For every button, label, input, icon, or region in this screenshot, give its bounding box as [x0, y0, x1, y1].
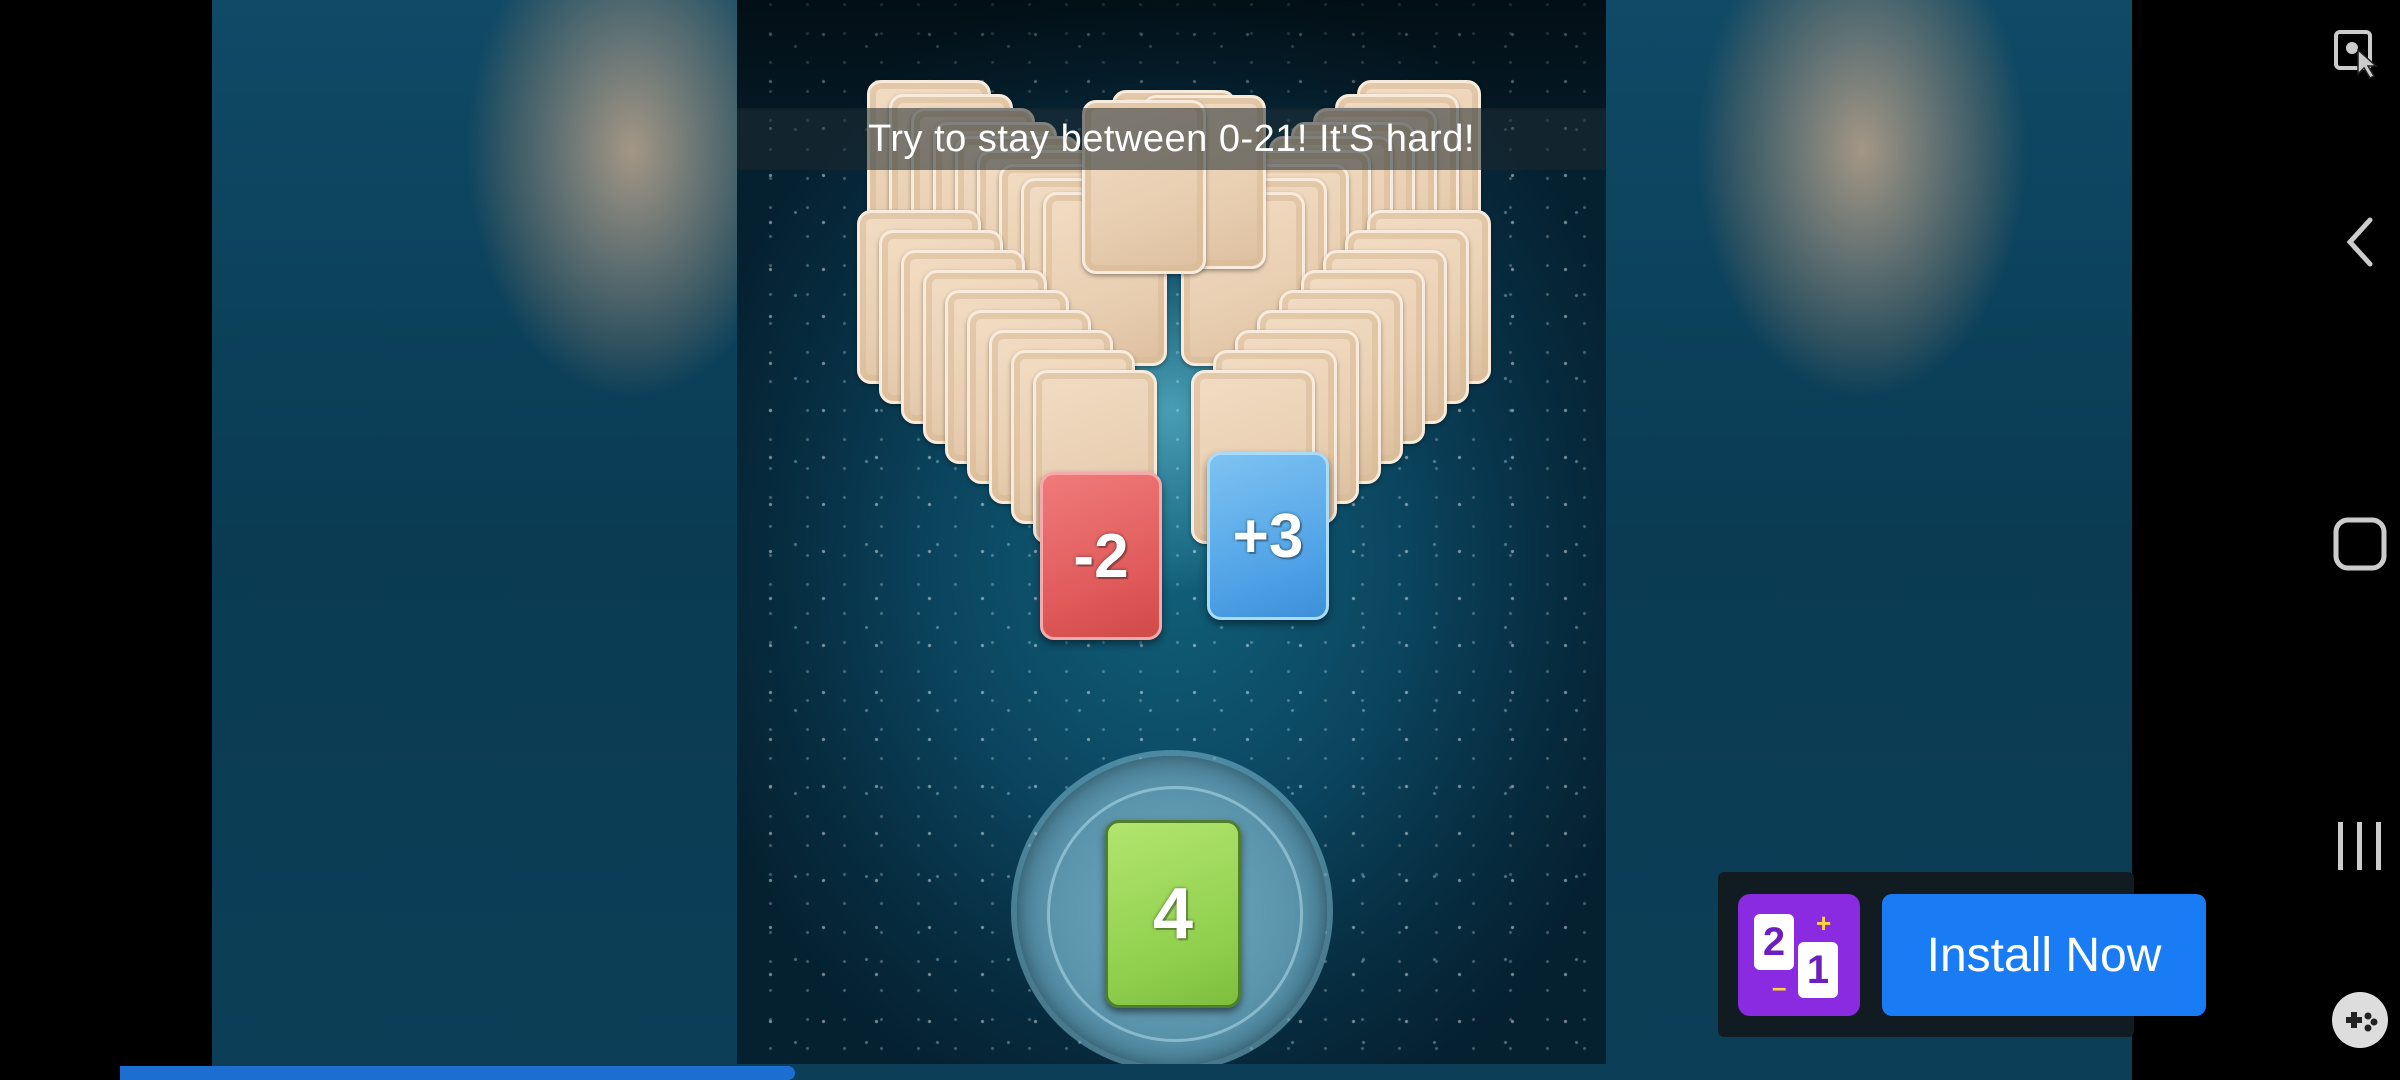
back-icon[interactable] [2330, 212, 2390, 272]
red-card-minus[interactable]: -2 [1040, 472, 1162, 640]
home-icon[interactable] [2330, 514, 2390, 574]
instruction-banner: Try to stay between 0-21! It'S hard! [737, 108, 1606, 170]
current-total-card[interactable]: 4 [1105, 820, 1241, 1008]
minus-icon: – [1772, 972, 1787, 1002]
blue-card-plus[interactable]: +3 [1207, 452, 1329, 620]
app-icon-digit-one: 1 [1798, 942, 1838, 998]
install-now-button[interactable]: Install Now [1882, 894, 2206, 1016]
video-progress-fill [120, 1066, 795, 1080]
game-tools-icon[interactable] [2330, 990, 2390, 1050]
app-icon[interactable]: 2 1 + – [1738, 894, 1860, 1016]
game-view[interactable]: Try to stay between 0-21! It'S hard! -2 … [737, 0, 1606, 1064]
navigation-bar [2320, 0, 2400, 1080]
recent-apps-icon[interactable] [2330, 816, 2390, 876]
app-icon-digit-two: 2 [1754, 914, 1794, 970]
plus-icon: + [1816, 908, 1832, 938]
instruction-text: Try to stay between 0-21! It'S hard! [868, 117, 1475, 160]
screen-pointer-icon[interactable] [2330, 24, 2390, 84]
